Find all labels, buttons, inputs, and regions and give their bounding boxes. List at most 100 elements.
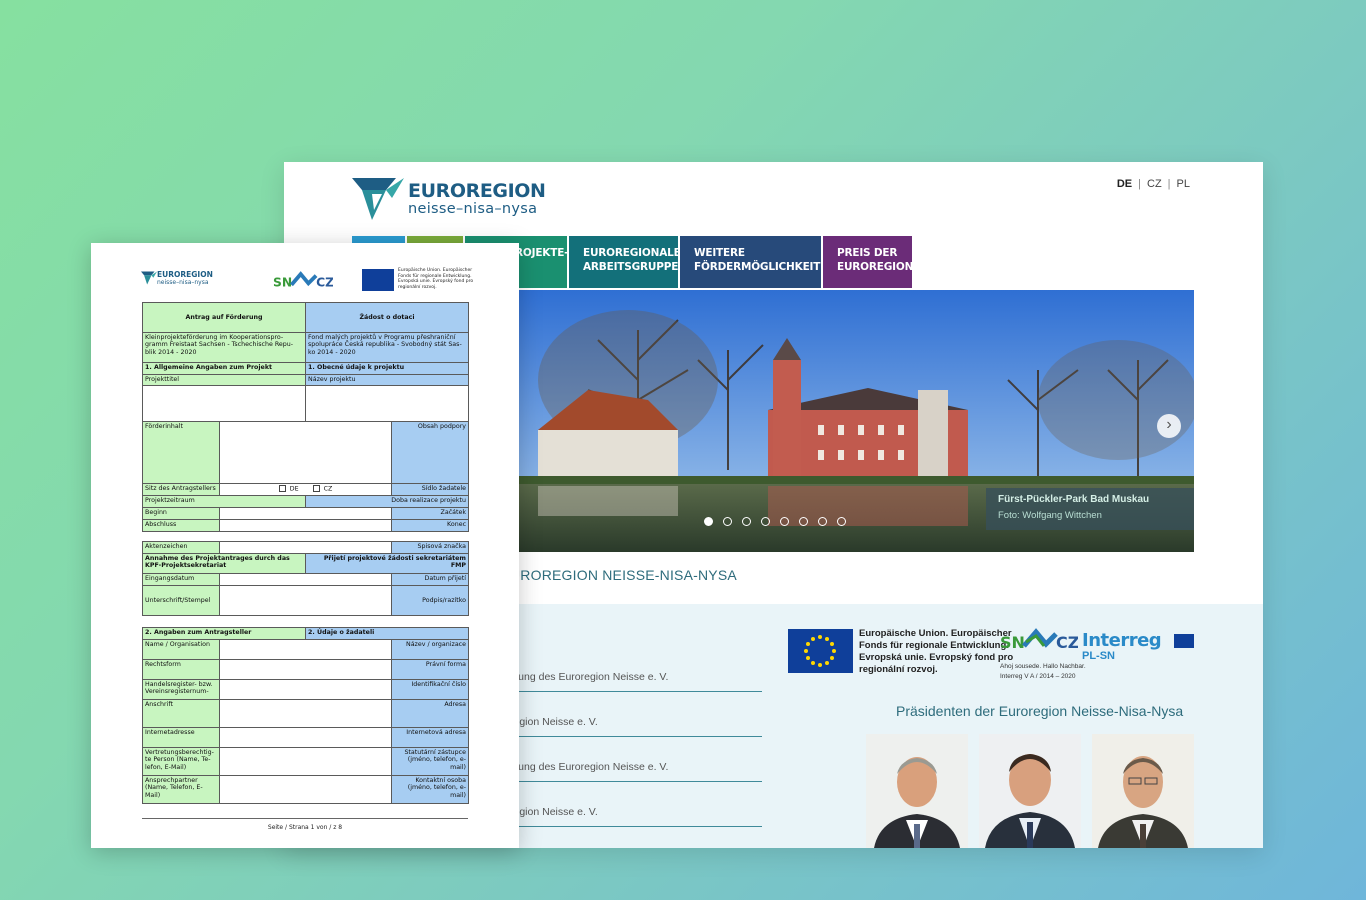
svg-text:CZ: CZ [316,275,333,289]
eu-text-line: Evropská unie. Evropský fond pro [859,652,1014,663]
caption-title: Fürst-Pückler-Park Bad Muskau [998,494,1150,505]
section1-de: 1. Allgemeine Angaben zum Projekt [141,362,307,375]
news-item[interactable]: region Neisse e. V. [510,692,762,737]
sn-cz-icon: SN CZ [1000,628,1079,652]
eu-flag-icon [788,629,853,673]
application-form-document: EUROREGION neisse–nisa–nysa SN CZ Europä… [91,243,519,848]
news-item-text: nlung des Euroregion Neisse e. V. [510,671,669,683]
slider-dots [704,517,846,526]
form-sn-cz-logo: SN CZ [273,269,334,297]
label-applicant-de: Ansprechpartner (Name, Telefon, E-Mail) [142,775,220,804]
slider-dot[interactable] [761,517,770,526]
lang-de[interactable]: DE [1117,178,1132,190]
label-applicant-cz: Název / organizace [391,639,470,660]
news-item[interactable]: nlung des Euroregion Neisse e. V. [510,737,762,782]
slider-caption: Fürst-Pückler-Park Bad Muskau Foto: Wolf… [986,488,1194,530]
checkbox-cz-label: CZ [323,485,333,493]
form-logo-subtitle: neisse–nisa–nysa [157,279,209,286]
input-applicant-field[interactable] [218,747,393,776]
label-projekttitel: Projekttitel [141,374,307,386]
input-applicant-field[interactable] [218,679,393,700]
slider-dot[interactable] [799,517,808,526]
section2-de: 2. Angaben zum Antragsteller [141,627,307,640]
nav-item-label: ARBEITSGRUPPEN [583,261,687,273]
annahme-de: Annahme des Projektantrages durch das KP… [142,553,306,574]
label-applicant-cz: Adresa [391,699,470,728]
label-aktenzeichen: Aktenzeichen [142,541,220,554]
slider-dot[interactable] [818,517,827,526]
news-item[interactable]: nlung des Euroregion Neisse e. V. [510,647,762,692]
nav-item-preis[interactable]: PREIS DER EUROREGION [823,236,914,288]
slider-next-button[interactable]: › [1157,414,1181,438]
input-applicant-field[interactable] [218,639,393,660]
label-spisova-znacka: Spisová značka [391,541,469,554]
lang-pl[interactable]: PL [1177,178,1190,190]
label-applicant-cz: Statutární zástupce (jméno, telefon, e-m… [391,747,470,776]
slider-dot[interactable] [780,517,789,526]
slider-dot[interactable] [742,517,751,526]
president-portrait [1092,734,1194,848]
lang-cz[interactable]: CZ [1147,178,1162,190]
input-beginn[interactable] [218,507,393,520]
input-applicant-field[interactable] [218,659,393,680]
svg-text:SN: SN [1000,633,1025,652]
label-obsah-podpory: Obsah podpory [391,421,470,484]
language-switcher: DE | CZ | PL [1114,178,1193,190]
nav-item-arbeitsgruppen[interactable]: EUROREGIONALE ARBEITSGRUPPEN [569,236,687,288]
nav-item-label: ROJEKTE- [515,247,569,259]
eu-flag-icon [362,269,394,291]
news-item-text: region Neisse e. V. [510,716,598,728]
section1-cz: 1. Obecné údaje k projektu [305,362,470,375]
president-portrait [866,734,968,848]
slider-dot[interactable] [704,517,713,526]
page-footer: Seite / Strana 1 von / z 8 [142,818,468,831]
nav-item-label: FÖRDERMÖGLICHKEITEN [694,261,836,273]
label-podpis: Podpis/razítko [391,585,469,616]
form-title-de: Antrag auf Förderung [141,302,307,333]
slider-dot[interactable] [723,517,732,526]
caption-credit: Foto: Wolfgang Wittchen [998,510,1102,521]
form-table-applicant: 2. Angaben zum Antragsteller 2. Údaje o … [141,627,470,804]
input-applicant-field[interactable] [218,699,393,728]
nav-item-label: EUROREGION [837,261,914,273]
input-unterschrift[interactable] [219,585,392,616]
nav-item-label: WEITERE [694,247,745,259]
euroregion-logo-icon [352,178,404,220]
checkbox-de[interactable] [278,485,286,492]
label-nazev-projektu: Název projektu [305,374,470,386]
form-logo-title: EUROREGION [157,270,213,279]
news-item-text: region Neisse e. V. [510,806,598,818]
label-applicant-de: Rechtsform [142,659,220,680]
label-applicant-de: Name / Organisation [142,639,220,660]
input-projekttitel[interactable] [141,385,307,422]
input-applicant-field[interactable] [218,727,393,748]
label-applicant-de: Vertretungsberechtig-te Person (Name, Te… [142,747,220,776]
input-nazev-projektu[interactable] [305,385,470,422]
input-abschluss[interactable] [218,519,393,532]
site-logo[interactable]: EUROREGION neisse–nisa–nysa [352,176,546,222]
lang-separator: | [1138,178,1141,190]
input-foerderinhalt[interactable] [218,421,393,484]
input-aktenzeichen[interactable] [219,541,392,554]
checkbox-de-label: DE [289,485,299,493]
section2-cz: 2. Údaje o žadateli [305,627,470,640]
input-applicant-field[interactable] [218,775,393,804]
interreg-sub: PL-SN [1082,650,1115,662]
sn-cz-logo: SN CZ Ahoj sousede. Hallo Nachbar. Inter… [1000,626,1086,681]
nav-item-label: PREIS DER [837,247,898,259]
nav-item-foerdermoeglichkeiten[interactable]: WEITERE FÖRDERMÖGLICHKEITEN [680,236,836,288]
news-item[interactable]: region Neisse e. V. [510,782,762,827]
input-eingangsdatum[interactable] [219,573,392,586]
label-eingangsdatum: Eingangsdatum [142,573,220,586]
slider-dot[interactable] [837,517,846,526]
label-unterschrift: Unterschrift/Stempel [142,585,220,616]
checkbox-cz[interactable] [312,485,320,492]
sncz-line: Interreg V A / 2014 – 2020 [1000,673,1076,680]
site-logo-subtitle: neisse–nisa–nysa [408,200,538,217]
eu-text-line: Europäische Union. Europäischer [859,628,1012,639]
eu-text-line: regionální rozvoj. [859,664,938,675]
program-cz: Fond malých projektů v Programu přeshran… [305,332,470,363]
country-checkboxes: DE CZ [218,483,393,496]
label-applicant-cz: Právní forma [391,659,470,680]
form-eu-text: Europäische Union. Europäischer Fonds fü… [398,268,474,290]
